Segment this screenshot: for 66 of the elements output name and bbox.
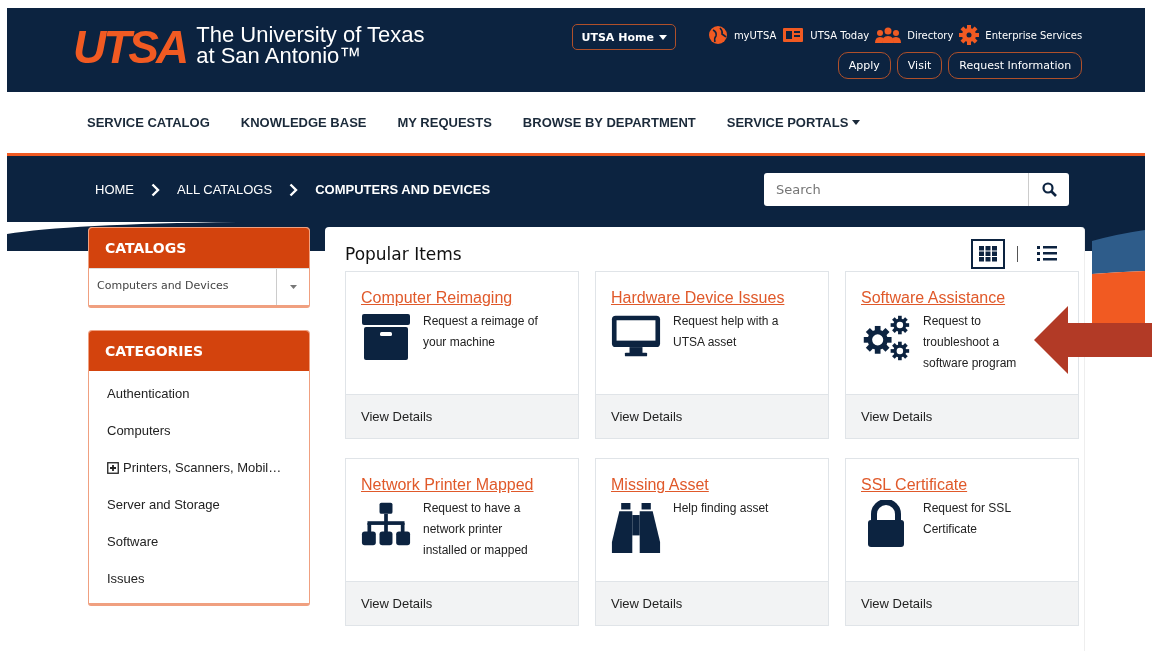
- item-title-link[interactable]: Computer Reimaging: [361, 289, 513, 306]
- header-button[interactable]: Apply: [837, 52, 891, 79]
- university-name: The University of Texas: [196, 24, 425, 45]
- item-title-link[interactable]: Missing Asset: [611, 476, 709, 493]
- logo[interactable]: UTSA: [73, 22, 187, 72]
- nav-item[interactable]: SERVICE CATALOG: [87, 115, 210, 130]
- catalog-dropdown[interactable]: Computers and Devices: [89, 268, 309, 305]
- caret-icon: [289, 285, 297, 289]
- category-item[interactable]: Server and Storage: [89, 486, 309, 523]
- view-details-button[interactable]: View Details: [846, 394, 1078, 438]
- item-title-link[interactable]: Software Assistance: [861, 289, 1006, 306]
- quick-link[interactable]: myUTSA: [733, 29, 777, 41]
- view-details-button[interactable]: View Details: [846, 581, 1078, 625]
- gears-icon: [861, 313, 911, 363]
- quick-link[interactable]: Directory: [907, 29, 954, 41]
- expand-icon[interactable]: [107, 461, 119, 474]
- people-icon: [875, 27, 902, 43]
- breadcrumb-link[interactable]: ALL CATALOGS: [177, 182, 273, 197]
- header-button[interactable]: Request Information: [948, 52, 1083, 79]
- nav-item[interactable]: KNOWLEDGE BASE: [240, 115, 367, 130]
- item-description: Request help with a UTSA asset: [673, 313, 780, 351]
- padlock-icon: [866, 500, 906, 548]
- view-details-button[interactable]: View Details: [346, 394, 578, 438]
- view-details-button[interactable]: View Details: [346, 581, 578, 625]
- nav-item[interactable]: MY REQUESTS: [397, 115, 492, 130]
- nav-item[interactable]: BROWSE BY DEPARTMENT: [522, 115, 696, 130]
- item-description: Help finding asset: [673, 500, 770, 517]
- list-icon: [1037, 246, 1057, 262]
- grid-icon: [979, 246, 997, 262]
- search-field[interactable]: Search: [764, 173, 1028, 206]
- header-button[interactable]: Visit: [896, 52, 943, 79]
- home-menu[interactable]: UTSA Home: [572, 24, 676, 50]
- category-item[interactable]: Software: [89, 523, 309, 560]
- archive-box-icon: [361, 313, 411, 361]
- view-details-button[interactable]: View Details: [596, 394, 828, 438]
- item-title-link[interactable]: Network Printer Mapped: [361, 476, 534, 493]
- breadcrumb-link[interactable]: HOME: [95, 182, 134, 197]
- panel-title: CATEGORIES: [89, 331, 309, 371]
- item-description: Request for SSL Certificate: [923, 500, 1012, 538]
- quick-link[interactable]: Enterprise Services: [985, 29, 1083, 41]
- nav-item[interactable]: SERVICE PORTALS: [726, 115, 861, 130]
- chevron-icon: [151, 182, 160, 197]
- chevron-icon: [289, 182, 299, 197]
- item-description: Request to have a network printer installed or mapped: [423, 500, 529, 559]
- item-description: Request a reimage of your machine: [423, 313, 539, 351]
- newspaper-icon: [782, 27, 805, 43]
- category-item[interactable]: Computers: [89, 412, 309, 449]
- section-title: Popular Items: [345, 244, 463, 264]
- panel-title: CATALOGS: [89, 228, 309, 268]
- binoculars-icon: [611, 500, 661, 556]
- network-icon: [361, 500, 411, 548]
- globe-icon: [707, 25, 728, 45]
- item-title-link[interactable]: Hardware Device Issues: [611, 289, 785, 306]
- breadcrumb-link[interactable]: COMPUTERS AND DEVICES: [315, 182, 491, 197]
- item-title-link[interactable]: SSL Certificate: [861, 476, 968, 493]
- monitor-icon: [611, 313, 661, 359]
- category-item[interactable]: Authentication: [89, 375, 309, 412]
- quick-link[interactable]: UTSA Today: [810, 29, 870, 41]
- item-description: Request to troubleshoot a software program: [923, 313, 1018, 372]
- search-icon: [1041, 182, 1057, 197]
- search-button[interactable]: [1028, 173, 1069, 206]
- view-details-button[interactable]: View Details: [596, 581, 828, 625]
- category-item[interactable]: Printers, Scanners, Mobil…: [89, 449, 309, 486]
- grid-view-button[interactable]: [971, 239, 1005, 269]
- gear-icon: [959, 25, 980, 45]
- category-item[interactable]: Issues: [89, 560, 309, 597]
